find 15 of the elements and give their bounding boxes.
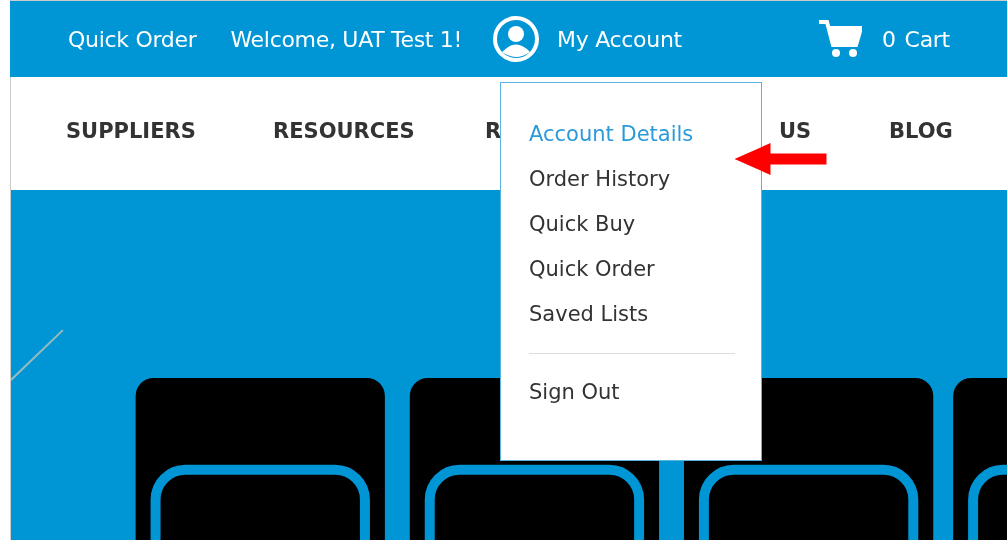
nav-link[interactable]: SUPPLIERS [66,119,196,143]
diagonal-line [11,329,64,381]
cart-count: 0 [881,26,896,52]
welcome-text: Welcome, UAT Test 1! [230,26,463,52]
menu-item[interactable]: Order History [529,161,671,206]
menu-item[interactable]: Saved Lists [529,296,649,341]
nav-link[interactable]: US [779,119,812,143]
menu-item[interactable]: Quick Order [529,251,655,296]
cart-icon[interactable] [817,19,862,59]
menu-item[interactable]: Quick Buy [529,206,636,251]
sign-out-link[interactable]: Sign Out [529,374,620,419]
user-icon[interactable] [492,15,541,63]
nav-link[interactable]: RESOURCES [273,119,415,143]
nav-link[interactable]: BLOG [889,119,953,143]
nav-link[interactable]: R [485,119,502,143]
